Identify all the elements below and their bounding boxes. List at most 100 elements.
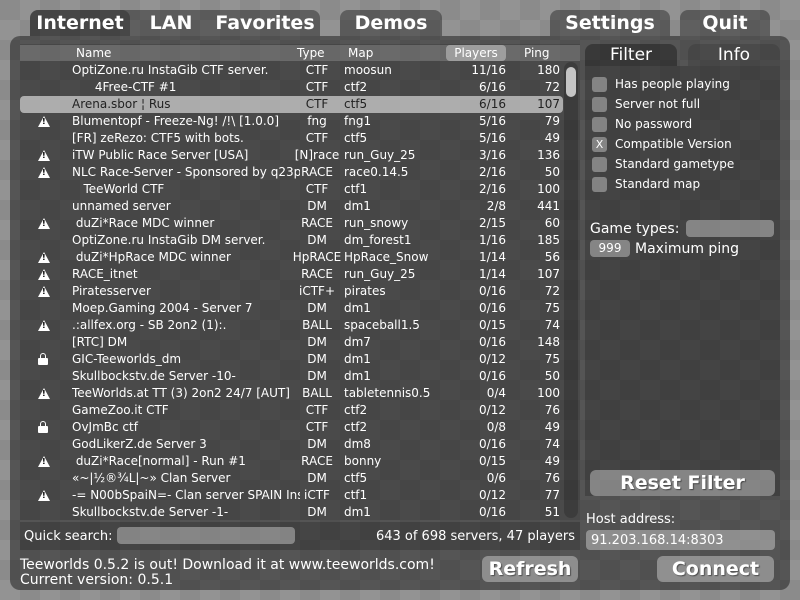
filter-label: Standard map [615,177,701,191]
server-row[interactable]: GameZoo.it CTF CTF ctf2 0/12 76 [20,402,563,419]
filter-option[interactable]: X Compatible Version [592,136,732,152]
server-name: «~|½®¾L|~» Clan Server [72,471,231,485]
server-players: 0/4 [486,386,506,400]
host-address-input[interactable] [586,530,775,550]
server-players: 0/12 [479,488,506,502]
tab-lan[interactable]: LAN [134,10,208,36]
server-ping: 76 [544,403,560,417]
connect-button[interactable]: Connect [657,556,774,582]
reset-filter-button[interactable]: Reset Filter [590,470,775,496]
filter-option[interactable]: No password [592,116,692,132]
server-ping: 72 [544,80,560,94]
server-map: ctf5 [344,471,368,485]
server-row[interactable]: GIC-Teeworlds_dm DM dm1 0/12 75 [20,351,563,368]
server-row[interactable]: duZi*HpRace MDC winner HpRACEHpRace_Snow 1… [20,249,563,266]
server-row[interactable]: TeeWorld CTF CTF ctf1 2/16 100 [20,181,563,198]
server-players: 0/16 [479,505,506,519]
server-row[interactable]: duZi*Race MDC winner RACE run_snowy 2/15 60 [20,215,563,232]
column-name[interactable]: Name [76,45,111,61]
server-row[interactable]: Skullbockstv.de Server -10- DM dm1 0/16 50 [20,368,563,385]
server-row[interactable]: unnamed server DM dm1 2/8 441 [20,198,563,215]
server-type: DM [307,369,327,383]
server-row[interactable]: -= N00bSpaiN=- Clan server SPAIN Inst iCT… [20,487,563,504]
filter-option[interactable]: Standard gametype [592,156,734,172]
server-row[interactable]: GodLikerZ.de Server 3 DM dm8 0/16 74 [20,436,563,453]
filter-label: Compatible Version [615,137,732,151]
server-ping: 185 [537,233,560,247]
server-row[interactable]: «~|½®¾L|~» Clan Server DM ctf5 0/6 76 [20,470,563,487]
server-ping: 72 [544,284,560,298]
server-type: fng [307,114,327,128]
server-row[interactable]: Piratesserver iCTF+ pirates 0/16 72 [20,283,563,300]
server-name: .:allfex.org - SB 2on2 (1):. [72,318,227,332]
filter-option[interactable]: Server not full [592,96,700,112]
server-row[interactable]: OvJmBc ctf CTF ctf2 0/8 49 [20,419,563,436]
tab-info[interactable]: Info [688,44,780,66]
server-row[interactable]: .:allfex.org - SB 2on2 (1):. BALL spacebal… [20,317,563,334]
tab-demos[interactable]: Demos [340,10,442,36]
tab-favorites[interactable]: Favorites [210,10,320,36]
server-row[interactable]: 4Free-CTF #1 CTF ctf2 6/16 72 [20,79,563,96]
server-ping: 60 [544,216,560,230]
server-row[interactable]: NLC Race-Server - Sponsored by q23pRACE r… [20,164,563,181]
server-row[interactable]: duZi*Race[normal] - Run #1 RACE bonny 0/15 4… [20,453,563,470]
filter-checkbox[interactable]: X [592,136,607,152]
server-row[interactable]: Moep.Gaming 2004 - Server 7 DM dm1 0/16 75 [20,300,563,317]
server-row[interactable]: OptiZone.ru InstaGib CTF server. CTF moosu… [20,62,563,79]
server-players: 2/15 [479,216,506,230]
column-type[interactable]: Type [297,45,325,61]
server-row[interactable]: Blumentopf - Freeze-Ng! /!\ [1.0.0] fng fn… [20,113,563,130]
server-row[interactable]: OptiZone.ru InstaGib DM server. DM dm_fore… [20,232,563,249]
server-type: RACE [301,216,333,230]
game-types-input[interactable] [686,220,774,237]
server-name: iTW Public Race Server [USA] [72,148,249,162]
server-type: CTF [305,63,329,77]
column-ping[interactable]: Ping [524,45,550,61]
server-type: BALL [302,386,332,400]
column-players[interactable]: Players [446,45,506,61]
tab-settings[interactable]: Settings [550,10,670,36]
filter-checkbox[interactable] [592,156,607,172]
server-row[interactable]: [RTC] DM DM dm7 0/16 148 [20,334,563,351]
server-row[interactable]: RACE_itnet RACE run_Guy_25 1/14 107 [20,266,563,283]
server-map: ctf2 [344,80,368,94]
server-ping: 51 [544,505,560,519]
server-list-header: Name Type Map Players Ping [20,45,580,61]
filter-option[interactable]: Has people playing [592,76,730,92]
server-map: HpRace_Snow [344,250,429,264]
tab-internet[interactable]: Internet [30,10,130,36]
server-ping: 148 [537,335,560,349]
server-players: 0/16 [479,301,506,315]
server-row[interactable]: [FR] zeRezo: CTF5 with bots. CTF ctf5 5/16 4… [20,130,563,147]
server-type: DM [307,352,327,366]
server-map: run_Guy_25 [344,267,416,281]
server-players: 0/16 [479,335,506,349]
tab-quit[interactable]: Quit [680,10,770,36]
server-ping: 49 [544,454,560,468]
server-row[interactable]: Skullbockstv.de Server -1- DM dm1 0/16 51 [20,504,563,521]
server-name: [FR] zeRezo: CTF5 with bots. [72,131,244,145]
quick-search-input[interactable] [117,527,295,544]
filter-checkbox[interactable] [592,76,607,92]
filter-checkbox[interactable] [592,96,607,112]
scrollbar-thumb[interactable] [566,67,576,97]
server-list-scrollbar[interactable] [564,62,578,518]
max-ping-input[interactable]: 999 [590,240,630,257]
server-players: 1/14 [479,250,506,264]
filter-label: Has people playing [615,77,730,91]
filter-checkbox[interactable] [592,116,607,132]
refresh-button[interactable]: Refresh [482,556,578,582]
server-name: duZi*Race MDC winner [72,216,215,230]
tab-filter[interactable]: Filter [585,44,677,66]
server-type: BALL [302,318,332,332]
filter-checkbox[interactable] [592,176,607,192]
server-row[interactable]: TeeWorlds.at TT (3) 2on2 24/7 [AUT] BALL t… [20,385,563,402]
host-address-label: Host address: [586,512,676,527]
server-row[interactable]: iTW Public Race Server [USA] [N]race run_G… [20,147,563,164]
filter-label: No password [615,117,693,131]
server-map: pirates [344,284,386,298]
server-ping: 49 [544,420,560,434]
filter-option[interactable]: Standard map [592,176,700,192]
column-map[interactable]: Map [348,45,373,61]
server-row[interactable]: Arena.sbor ¦ Rus CTF ctf5 6/16 107 [20,96,563,113]
